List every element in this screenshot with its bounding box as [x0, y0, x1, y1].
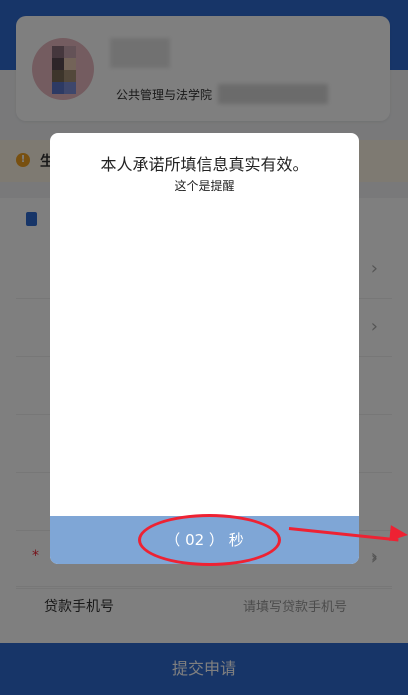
arrow-head-icon: [389, 525, 408, 543]
highlight-ellipse: [138, 514, 281, 566]
commitment-modal: 本人承诺所填信息真实有效。 这个是提醒 （ 02 ） 秒: [50, 133, 359, 564]
modal-title: 本人承诺所填信息真实有效。: [100, 155, 309, 174]
modal-subtitle: 这个是提醒: [174, 179, 235, 193]
